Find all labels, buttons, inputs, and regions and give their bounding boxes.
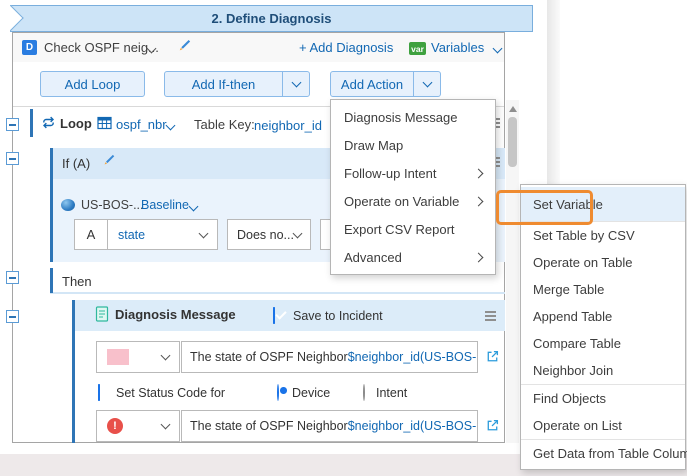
app-window: 2. Define Diagnosis D Check OSPF neig...… [0, 0, 687, 476]
loop-label: Loop [60, 116, 92, 131]
menu-item-draw-map[interactable]: Draw Map [331, 131, 495, 159]
data-source-dropdown[interactable]: Baseline [141, 198, 189, 212]
loop-icon [41, 115, 56, 133]
collapse-message-button[interactable] [6, 310, 19, 323]
edit-pencil-icon[interactable] [177, 38, 192, 56]
page-title: 2. Define Diagnosis [212, 11, 332, 26]
submenu-item-append-table[interactable]: Append Table [521, 303, 685, 330]
collapse-then-button[interactable] [6, 271, 19, 284]
submenu-item-compare-table[interactable]: Compare Table [521, 330, 685, 357]
add-action-dropdown-arrow[interactable] [413, 72, 440, 96]
open-in-new-icon[interactable] [485, 418, 500, 436]
add-action-menu: Diagnosis MessageDraw MapFollow-up Inten… [330, 99, 496, 275]
add-action-button[interactable]: Add Action [330, 71, 441, 97]
variables-dropdown[interactable]: Variables [431, 40, 484, 55]
scroll-up-arrow-icon[interactable] [509, 106, 517, 112]
operate-on-variable-submenu: Set VariableSet Table by CSVOperate on T… [520, 184, 686, 470]
table-key-value[interactable]: neighbor_id [254, 118, 322, 133]
message-more-menu-icon[interactable] [485, 315, 496, 317]
alert-icon: ! [107, 418, 123, 434]
device-name: US-BOS-... [81, 198, 144, 212]
edit-pencil-icon[interactable] [102, 153, 116, 170]
chevron-down-icon [199, 228, 209, 238]
condition-operator-dropdown[interactable]: Does no... [227, 219, 311, 250]
menu-item-advanced[interactable]: Advanced [331, 243, 495, 271]
chevron-down-icon [293, 228, 303, 238]
panel-scrollbar-thumb[interactable] [508, 117, 517, 167]
table-key-label: Table Key: [194, 117, 255, 132]
submenu-item-merge-table[interactable]: Merge Table [521, 276, 685, 303]
status-severity-dropdown[interactable]: ! [96, 410, 180, 442]
submenu-item-operate-on-table[interactable]: Operate on Table [521, 249, 685, 276]
diagnosis-type-badge: D [22, 40, 37, 55]
add-loop-button[interactable]: Add Loop [40, 71, 145, 97]
step-arrow-icon [0, 5, 24, 30]
variables-badge-icon: var [409, 42, 426, 55]
submenu-item-neighbor-join[interactable]: Neighbor Join [521, 357, 685, 384]
set-status-code-checkbox[interactable] [98, 384, 100, 401]
submenu-arrow-icon [474, 196, 484, 206]
radio-device-label: Device [292, 386, 330, 400]
open-in-new-icon[interactable] [485, 349, 500, 367]
submenu-item-get-data-from-table-column[interactable]: Get Data from Table Column [521, 440, 685, 467]
condition-variable-dropdown[interactable]: state [107, 219, 218, 250]
chevron-down-icon [161, 420, 171, 430]
message-color-dropdown[interactable] [96, 341, 180, 373]
set-status-code-label: Set Status Code for [116, 386, 225, 400]
status-message-text-input[interactable]: The state of OSPF Neighbor $neighbor_id(… [181, 410, 478, 442]
message-indent-bar [72, 300, 75, 443]
message-text-input[interactable]: The state of OSPF Neighbor $neighbor_id(… [181, 341, 478, 373]
table-icon [97, 116, 112, 133]
submenu-arrow-icon [474, 168, 484, 178]
menu-item-diagnosis-message[interactable]: Diagnosis Message [331, 103, 495, 131]
submenu-item-operate-on-list[interactable]: Operate on List [521, 412, 685, 439]
then-label: Then [62, 274, 92, 289]
if-indent-bar [50, 148, 53, 262]
step-header[interactable]: 2. Define Diagnosis [10, 5, 533, 32]
if-title: If (A) [62, 156, 90, 171]
menu-item-follow-up-intent[interactable]: Follow-up Intent [331, 159, 495, 187]
menu-item-export-csv-report[interactable]: Export CSV Report [331, 215, 495, 243]
menu-item-operate-on-variable[interactable]: Operate on Variable [331, 187, 495, 215]
message-color-swatch [107, 349, 129, 365]
then-indent-bar [50, 268, 53, 293]
submenu-item-set-table-by-csv[interactable]: Set Table by CSV [521, 222, 685, 249]
radio-intent[interactable] [363, 384, 365, 401]
loop-indent-bar [30, 109, 33, 137]
then-divider [50, 292, 505, 294]
radio-intent-label: Intent [376, 386, 407, 400]
condition-letter-box: A [74, 219, 108, 250]
chevron-down-icon [161, 351, 171, 361]
collapse-if-button[interactable] [6, 152, 19, 165]
radio-device[interactable] [277, 384, 279, 401]
save-to-incident-checkbox[interactable] [273, 307, 275, 324]
add-if-then-dropdown-arrow[interactable] [282, 72, 309, 96]
message-title: Diagnosis Message [115, 307, 236, 322]
collapse-loop-button[interactable] [6, 118, 19, 131]
add-if-then-button[interactable]: Add If-then [164, 71, 310, 97]
submenu-item-find-objects[interactable]: Find Objects [521, 385, 685, 412]
loop-table-dropdown[interactable]: ospf_nbr [116, 117, 167, 132]
add-diagnosis-button[interactable]: + Add Diagnosis [299, 40, 393, 55]
save-to-incident-label: Save to Incident [293, 309, 383, 323]
diagnosis-name-dropdown[interactable]: Check OSPF neig... [44, 40, 159, 55]
submenu-arrow-icon [474, 252, 484, 262]
device-icon [61, 199, 75, 211]
document-icon [95, 306, 109, 325]
submenu-item-set-variable[interactable]: Set Variable [521, 187, 685, 221]
